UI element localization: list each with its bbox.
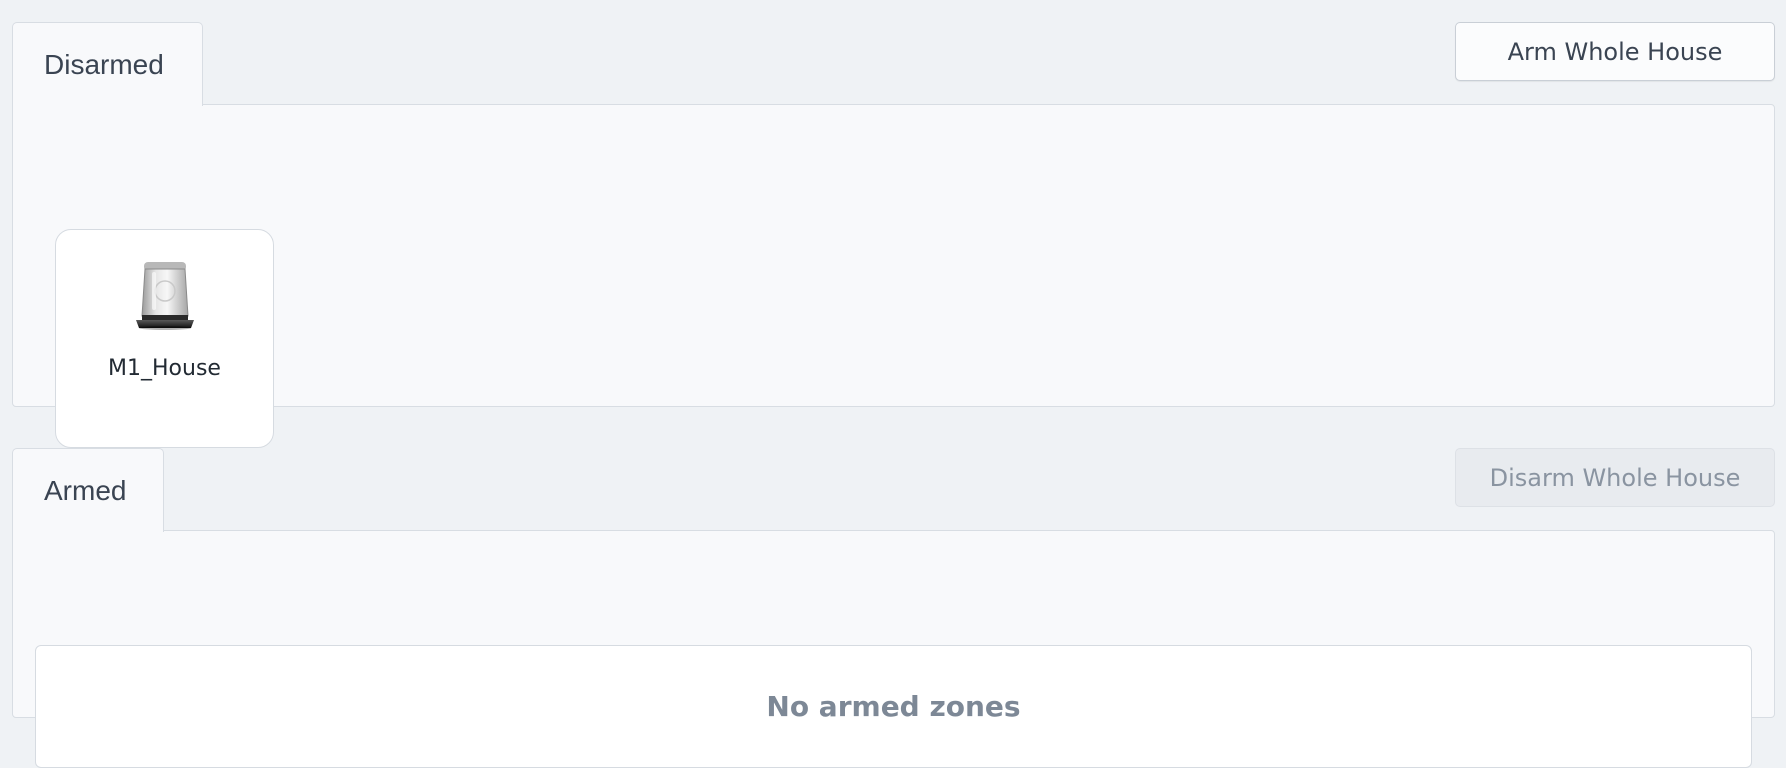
zone-card-m1-house[interactable]: M1_House <box>55 229 274 448</box>
armed-panel: No armed zones <box>12 530 1775 768</box>
disarmed-panel: M1_House <box>12 104 1775 448</box>
disarm-whole-house-button[interactable]: Disarm Whole House <box>1455 448 1775 507</box>
tab-disarmed[interactable]: Disarmed <box>12 22 203 106</box>
disarmed-section: Disarmed Arm Whole House M1_House <box>12 22 1775 448</box>
zone-label: M1_House <box>108 356 221 381</box>
alarm-beacon-icon <box>136 262 194 330</box>
armed-section: Armed Disarm Whole House No armed zones <box>12 448 1775 768</box>
tab-armed[interactable]: Armed <box>12 448 164 532</box>
empty-state-message: No armed zones <box>35 645 1752 768</box>
arm-whole-house-button[interactable]: Arm Whole House <box>1455 22 1775 81</box>
